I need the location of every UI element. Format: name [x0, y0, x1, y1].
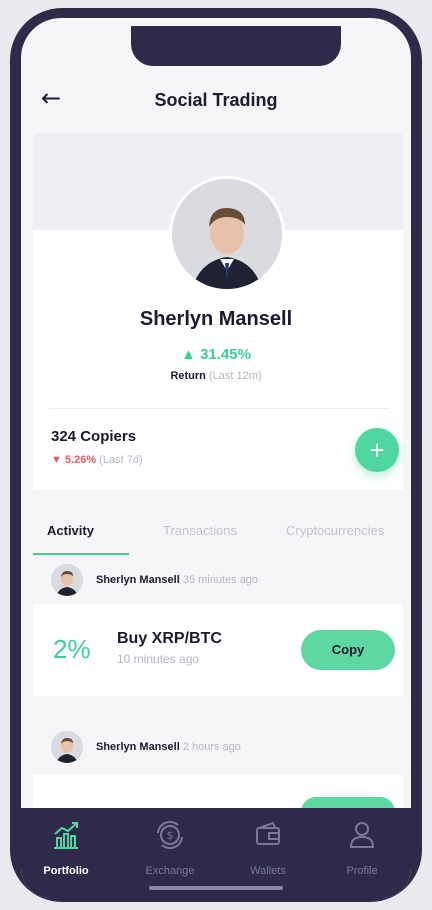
- avatar: [169, 176, 285, 292]
- active-tab-indicator: [33, 553, 129, 555]
- tab-bar: Activity Transactions Cryptocurrencies: [33, 523, 403, 553]
- plus-icon: +: [369, 435, 385, 465]
- tab-transactions[interactable]: Transactions: [163, 523, 237, 538]
- nav-profile[interactable]: Profile: [327, 818, 397, 877]
- add-copy-button[interactable]: +: [355, 428, 399, 472]
- svg-text:$: $: [167, 829, 174, 842]
- feed-author-name: Sherlyn Mansell 35 minutes ago: [96, 574, 259, 586]
- nav-wallets[interactable]: Wallets: [233, 818, 303, 877]
- triangle-up-icon: ▲: [181, 346, 196, 363]
- triangle-down-icon: ▼: [51, 454, 62, 466]
- exchange-icon: $: [157, 820, 183, 850]
- nav-exchange[interactable]: $ Exchange: [135, 818, 205, 877]
- avatar: [51, 564, 83, 596]
- tab-activity[interactable]: Activity: [47, 523, 94, 538]
- device-notch: [131, 26, 341, 66]
- copiers-count: 324 Copiers: [51, 428, 137, 445]
- divider: [49, 408, 389, 409]
- feed-author-name: Sherlyn Mansell 2 hours ago: [96, 741, 241, 753]
- nav-portfolio[interactable]: Portfolio: [31, 818, 101, 877]
- trader-name: Sherlyn Mansell: [139, 308, 293, 330]
- trade-card: 2% Buy XRP/BTC 10 minutes ago Copy: [33, 604, 403, 696]
- trade-time: 10 minutes ago: [117, 652, 200, 666]
- portfolio-icon: [54, 822, 78, 849]
- copy-button[interactable]: Copy: [301, 630, 395, 670]
- tab-cryptocurrencies[interactable]: Cryptocurrencies: [286, 523, 384, 538]
- top-bar: ← Social Trading: [21, 78, 411, 118]
- app-screen: ← Social Trading Sherlyn Mansell ▲ 31.45…: [21, 18, 411, 898]
- return-label: Return (Last 12m): [170, 370, 262, 382]
- copiers-change: ▼ 5.26% (Last 7d): [51, 454, 143, 466]
- avatar: [51, 731, 83, 763]
- bottom-nav: Portfolio $ Exchange Wallets Profile: [21, 808, 411, 898]
- wallet-icon: [256, 821, 280, 845]
- trade-percent: 2%: [53, 634, 91, 664]
- profile-icon: [349, 822, 375, 848]
- trade-title: Buy XRP/BTC: [117, 630, 222, 647]
- page-title: Social Trading: [154, 90, 278, 110]
- home-indicator: [149, 886, 283, 890]
- return-value: ▲ 31.45%: [181, 346, 251, 363]
